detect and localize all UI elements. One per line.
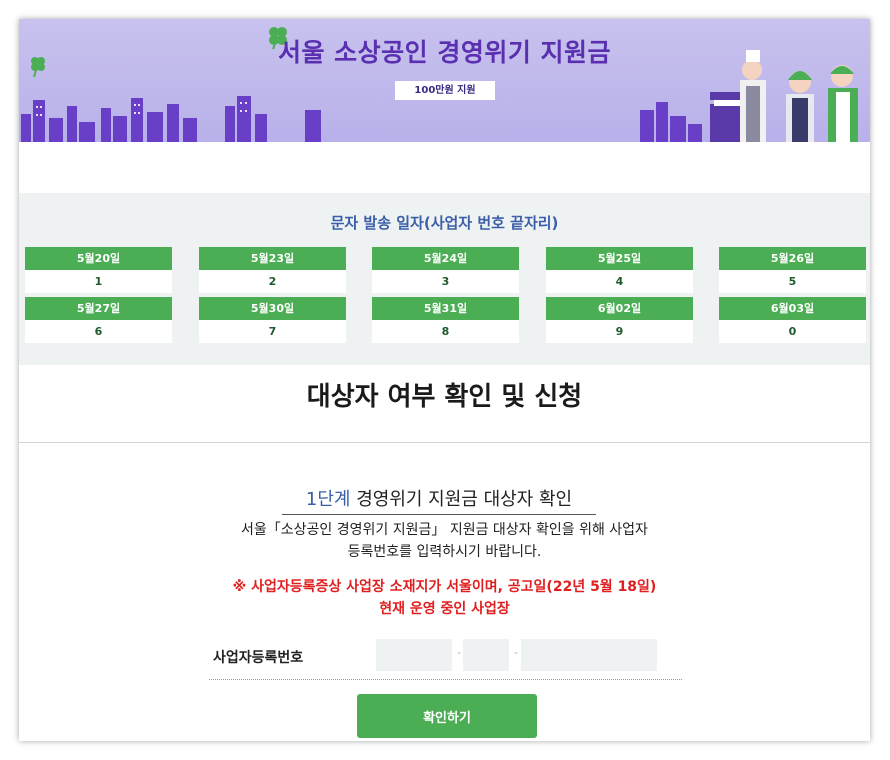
city-skyline-left-illustration: [21, 96, 321, 142]
schedule-digit: 2: [268, 275, 277, 288]
business-number-row: 사업자등록번호 - -: [209, 633, 682, 680]
confirm-button[interactable]: 확인하기: [357, 694, 537, 738]
schedule-title: 문자 발송 일자(사업자 번호 끝자리): [330, 214, 559, 232]
schedule-digit: 4: [615, 275, 624, 288]
schedule-day-card: 5월23일 2: [199, 247, 346, 293]
schedule-date: 5월26일: [719, 247, 866, 270]
schedule-date: 5월31일: [372, 297, 519, 320]
schedule-day-card: 5월26일 5: [719, 247, 866, 293]
business-number-part2-input[interactable]: [463, 639, 509, 671]
page-frame: 서울 소상공인 경영위기 지원금 100만원 지원 문자 발송 일자(사업자 번…: [19, 19, 870, 741]
schedule-date: 5월20일: [25, 247, 172, 270]
schedule-date: 5월25일: [546, 247, 693, 270]
schedule-date: 5월24일: [372, 247, 519, 270]
schedule-digit: 8: [441, 325, 450, 338]
schedule-digit: 5: [788, 275, 797, 288]
step-number: 1단계: [305, 489, 351, 510]
description-line: 등록번호를 입력하시기 바랍니다.: [347, 544, 542, 560]
schedule-day-card: 5월20일 1: [25, 247, 172, 293]
schedule-date: 6월03일: [719, 297, 866, 320]
schedule-date: 6월02일: [546, 297, 693, 320]
business-number-label: 사업자등록번호: [213, 650, 304, 666]
schedule-digit: 1: [94, 275, 103, 288]
schedule-digit: 7: [268, 325, 277, 338]
schedule-digit: 6: [94, 325, 103, 338]
hero-banner: 서울 소상공인 경영위기 지원금 100만원 지원: [19, 19, 870, 142]
schedule-day-card: 5월27일 6: [25, 297, 172, 343]
schedule-day-card: 6월03일 0: [719, 297, 866, 343]
schedule-date: 5월23일: [199, 247, 346, 270]
business-number-part1-input[interactable]: [376, 639, 452, 671]
banner-title: 서울 소상공인 경영위기 지원금: [277, 38, 612, 67]
step-description: 서울「소상공인 경영위기 지원금」 지원금 대상자 확인을 위해 사업자 등록번…: [169, 519, 720, 563]
notice-line: 현재 운영 중인 사업장: [379, 601, 510, 617]
section-heading: 대상자 여부 확인 및 신청: [306, 382, 583, 412]
support-amount-badge: 100만원 지원: [395, 81, 495, 100]
step-title-text: 경영위기 지원금 대상자 확인: [356, 489, 573, 510]
business-number-part3-input[interactable]: [521, 639, 657, 671]
schedule-day-card: 5월31일 8: [372, 297, 519, 343]
schedule-day-card: 6월02일 9: [546, 297, 693, 343]
schedule-digit: 9: [615, 325, 624, 338]
sms-schedule-section: 문자 발송 일자(사업자 번호 끝자리) 5월20일 1 5월23일 2 5월2…: [19, 193, 870, 365]
eligibility-notice: ※ 사업자등록증상 사업장 소재지가 서울이며, 공고일(22년 5월 18일)…: [169, 576, 720, 620]
schedule-date: 5월27일: [25, 297, 172, 320]
schedule-day-card: 5월30일 7: [199, 297, 346, 343]
schedule-day-card: 5월25일 4: [546, 247, 693, 293]
schedule-date: 5월30일: [199, 297, 346, 320]
separator: -: [457, 646, 461, 659]
schedule-digit: 3: [441, 275, 450, 288]
step-title: 1단계 경영위기 지원금 대상자 확인: [282, 485, 596, 515]
description-line: 서울「소상공인 경영위기 지원금」 지원금 대상자 확인을 위해 사업자: [241, 522, 648, 538]
divider: [19, 442, 870, 443]
schedule-day-card: 5월24일 3: [372, 247, 519, 293]
schedule-digit: 0: [788, 325, 797, 338]
separator: -: [514, 646, 518, 659]
notice-line: ※ 사업자등록증상 사업장 소재지가 서울이며, 공고일(22년 5월 18일): [232, 579, 657, 595]
